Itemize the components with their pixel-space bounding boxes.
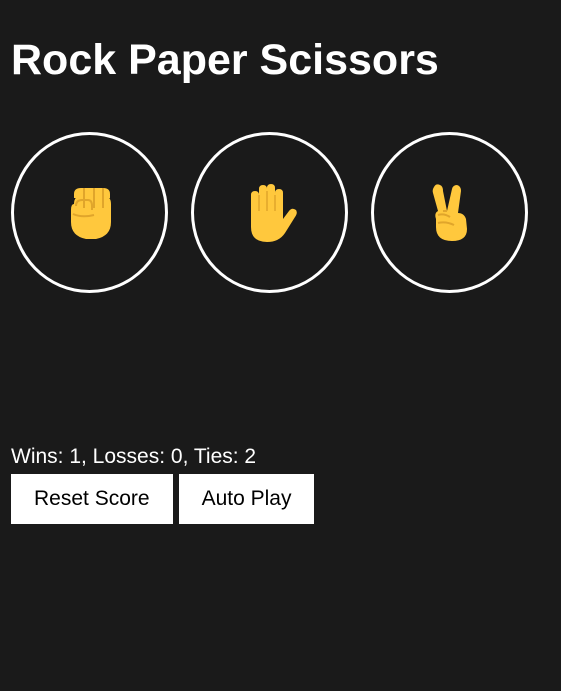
reset-score-button[interactable]: Reset Score xyxy=(11,474,173,524)
scissors-button[interactable] xyxy=(371,132,528,293)
raised-hand-icon xyxy=(250,183,297,242)
game-page: Rock Paper Scissors Wins: 1, Losses: 0, … xyxy=(0,0,561,691)
score-text: Wins: 1, Losses: 0, Ties: 2 xyxy=(11,445,257,468)
raised-fist-icon xyxy=(70,187,111,239)
page-title: Rock Paper Scissors xyxy=(11,36,439,84)
paper-button[interactable] xyxy=(191,132,348,293)
control-buttons: Reset Score Auto Play xyxy=(11,474,315,524)
auto-play-button[interactable]: Auto Play xyxy=(178,474,315,524)
rock-button[interactable] xyxy=(11,132,168,293)
move-buttons xyxy=(11,132,528,293)
victory-hand-icon xyxy=(432,183,467,241)
